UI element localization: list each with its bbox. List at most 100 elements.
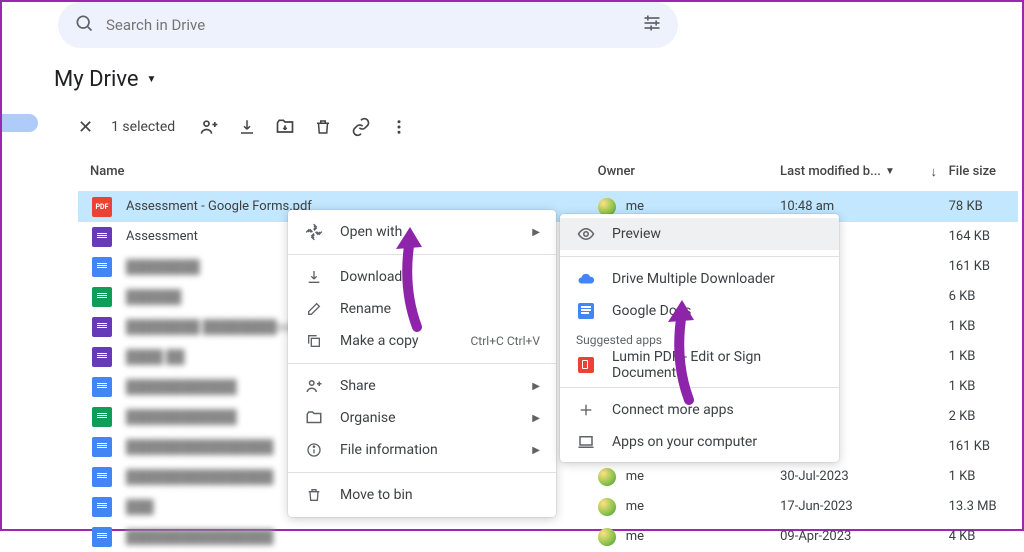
ctx-download[interactable]: Download	[288, 261, 556, 293]
file-size: 1 KB	[949, 349, 1018, 364]
ctx-file-info[interactable]: File information ▶	[288, 434, 556, 466]
submenu-preview[interactable]: Preview	[560, 218, 839, 250]
doc-file-icon	[92, 497, 112, 517]
sheet-file-icon	[92, 287, 112, 307]
avatar	[598, 198, 616, 216]
search-options-icon[interactable]	[642, 13, 662, 37]
more-icon[interactable]	[389, 117, 409, 137]
doc-file-icon	[92, 257, 112, 277]
avatar	[598, 498, 616, 516]
file-owner: me	[598, 468, 780, 486]
column-headers: Name Owner Last modified b... ▼ ↓ File s…	[78, 152, 1018, 192]
file-owner: me	[598, 528, 780, 546]
share-icon[interactable]	[199, 117, 219, 137]
form-file-icon	[92, 347, 112, 367]
link-icon[interactable]	[351, 117, 371, 137]
share-icon	[304, 377, 324, 395]
file-size: 1 KB	[949, 379, 1018, 394]
file-size: 161 KB	[949, 439, 1018, 454]
clear-selection-icon[interactable]: ✕	[78, 117, 93, 138]
file-modified: 17-Jun-2023	[780, 499, 919, 514]
submenu-apps-computer[interactable]: Apps on your computer	[560, 426, 839, 458]
avatar	[598, 468, 616, 486]
file-modified: 10:48 am	[780, 199, 919, 214]
download-icon[interactable]	[237, 117, 257, 137]
submenu-google-docs[interactable]: Google Docs	[560, 295, 839, 327]
docs-icon	[576, 303, 596, 319]
form-file-icon	[92, 317, 112, 337]
submenu-drive-downloader[interactable]: Drive Multiple Downloader	[560, 263, 839, 295]
file-size: 164 KB	[949, 229, 1018, 244]
doc-file-icon	[92, 467, 112, 487]
file-size: 161 KB	[949, 259, 1018, 274]
header-size[interactable]: File size	[949, 164, 1018, 179]
file-size: 1 KB	[949, 319, 1018, 334]
file-modified: 09-Apr-2023	[780, 529, 919, 544]
sheet-file-icon	[92, 407, 112, 427]
trash-icon[interactable]	[313, 117, 333, 137]
doc-file-icon	[92, 527, 112, 547]
submenu-arrow-icon: ▶	[532, 227, 540, 238]
separator	[560, 387, 839, 388]
doc-file-icon	[92, 437, 112, 457]
submenu-arrow-icon: ▶	[532, 413, 540, 424]
ctx-rename[interactable]: Rename	[288, 293, 556, 325]
folder-icon	[304, 409, 324, 427]
separator	[288, 472, 556, 473]
file-owner: me	[598, 498, 780, 516]
plus-icon	[576, 402, 596, 418]
header-modified[interactable]: Last modified b... ▼	[780, 164, 919, 179]
separator	[560, 256, 839, 257]
submenu-arrow-icon: ▶	[532, 381, 540, 392]
cloud-icon	[576, 270, 596, 288]
submenu-connect-apps[interactable]: Connect more apps	[560, 394, 839, 426]
lumin-icon	[576, 357, 596, 373]
file-size: 6 KB	[949, 289, 1018, 304]
file-size: 1 KB	[949, 469, 1018, 484]
file-modified: 30-Jul-2023	[780, 469, 919, 484]
open-with-submenu: Preview Drive Multiple Downloader Google…	[560, 214, 839, 462]
submenu-arrow-icon: ▶	[532, 445, 540, 456]
eye-icon	[576, 225, 596, 243]
separator	[288, 363, 556, 364]
form-file-icon	[92, 227, 112, 247]
breadcrumb[interactable]: My Drive ▼	[54, 67, 156, 92]
submenu-lumin[interactable]: Lumin PDF - Edit or Sign Documents	[560, 349, 839, 381]
trash-icon	[304, 487, 324, 503]
pdf-file-icon: PDF	[92, 197, 112, 217]
suggested-apps-label: Suggested apps	[560, 327, 839, 349]
move-icon[interactable]	[275, 117, 295, 137]
selection-toolbar: ✕ 1 selected	[78, 108, 1018, 146]
file-size: 2 KB	[949, 409, 1018, 424]
doc-file-icon	[92, 377, 112, 397]
search-bar[interactable]	[58, 2, 678, 48]
rename-icon	[304, 301, 324, 317]
file-row[interactable]: ████████████████me09-Apr-20234 KB	[78, 522, 1018, 552]
search-icon	[74, 13, 94, 37]
file-size: 13.3 MB	[949, 499, 1018, 514]
left-edge-tab	[2, 114, 38, 132]
selection-count: 1 selected	[111, 119, 175, 135]
ctx-make-copy[interactable]: Make a copy Ctrl+C Ctrl+V	[288, 325, 556, 357]
sort-arrow-icon[interactable]: ↓	[919, 164, 949, 180]
header-name[interactable]: Name	[78, 164, 598, 179]
open-with-icon	[304, 223, 324, 241]
copy-icon	[304, 333, 324, 349]
chevron-down-icon: ▼	[885, 166, 895, 177]
file-size: 78 KB	[949, 199, 1018, 214]
search-input[interactable]	[106, 16, 642, 34]
ctx-organise[interactable]: Organise ▶	[288, 402, 556, 434]
laptop-icon	[576, 433, 596, 451]
avatar	[598, 528, 616, 546]
page-title: My Drive	[54, 67, 139, 92]
download-icon	[304, 269, 324, 285]
header-owner[interactable]: Owner	[598, 164, 780, 179]
ctx-share[interactable]: Share ▶	[288, 370, 556, 402]
caret-down-icon: ▼	[147, 74, 157, 85]
info-icon	[304, 442, 324, 458]
ctx-move-bin[interactable]: Move to bin	[288, 479, 556, 511]
file-owner: me	[598, 198, 780, 216]
ctx-open-with[interactable]: Open with ▶	[288, 216, 556, 248]
separator	[288, 254, 556, 255]
file-size: 4 KB	[949, 529, 1018, 544]
